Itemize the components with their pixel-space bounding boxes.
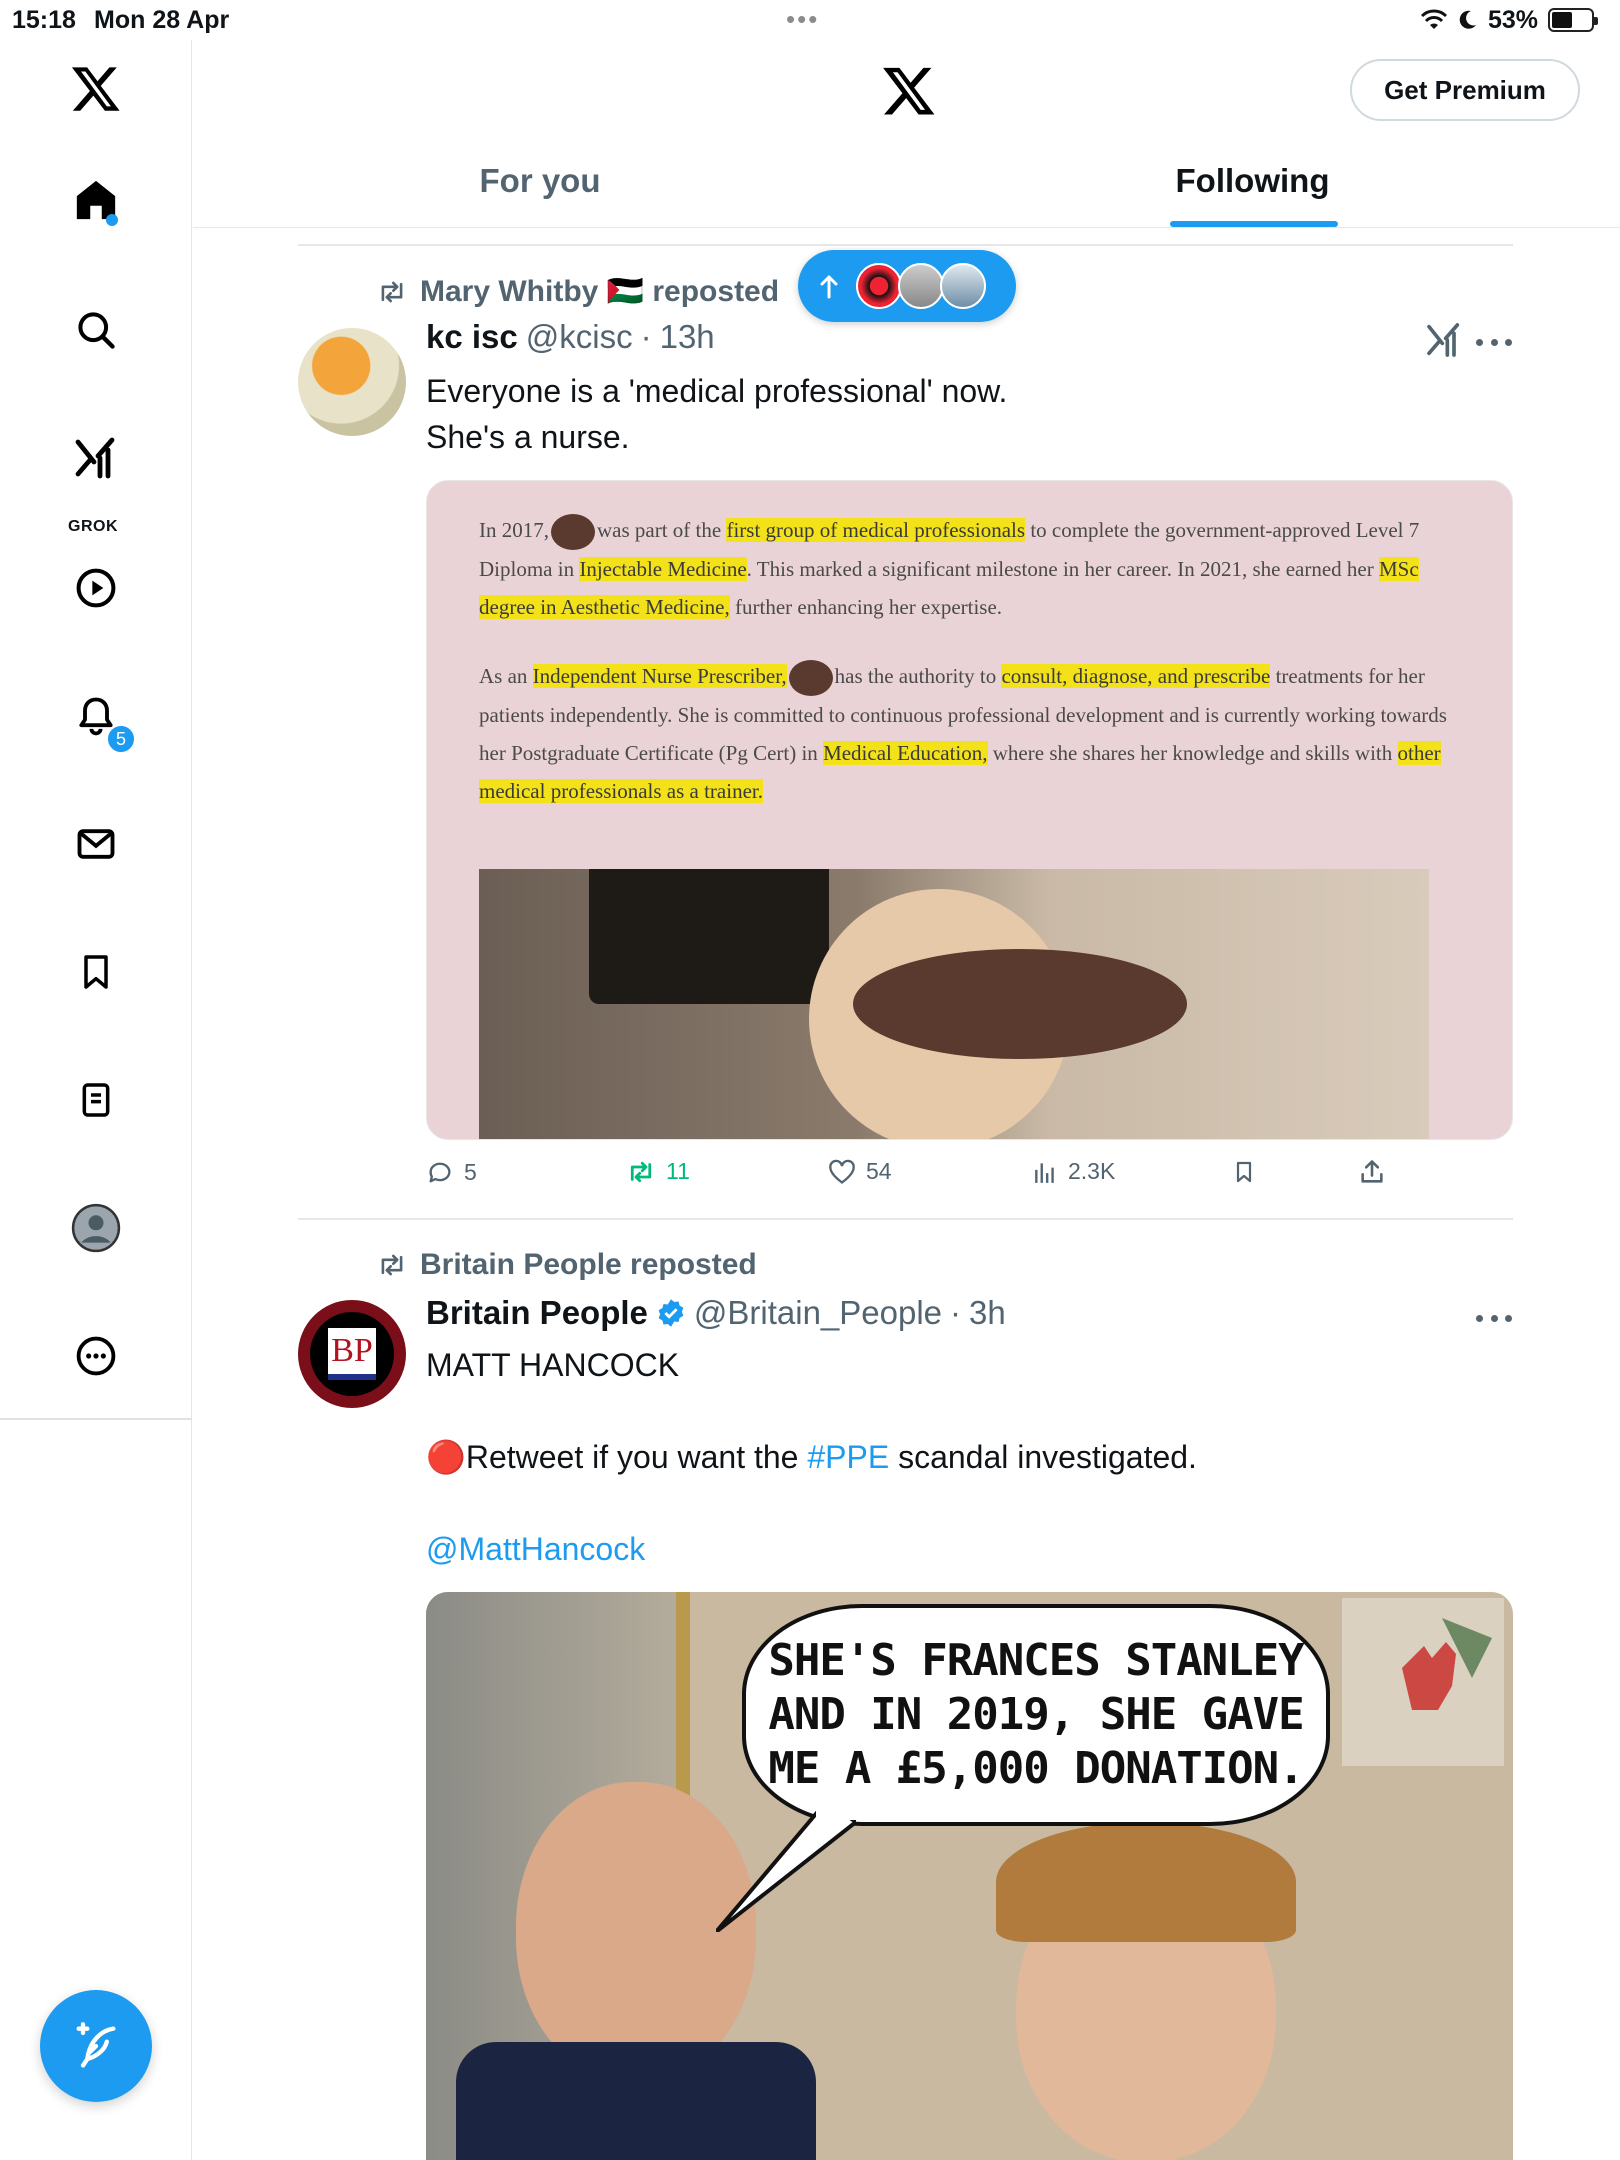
repost-icon: [381, 281, 403, 302]
tweet-header: kc isc @kcisc · 13h: [426, 318, 715, 356]
messages-envelope-icon[interactable]: [56, 804, 136, 884]
speech-line-3: ME A £5,000 DONATION.: [768, 1743, 1304, 1794]
redaction-blot: [551, 514, 595, 551]
sidebar-nav: GROK 5: [0, 40, 192, 2160]
repost-by-text[interactable]: Britain People reposted: [420, 1248, 757, 1282]
more-options-icon[interactable]: [56, 1316, 136, 1396]
repost-button[interactable]: 11: [626, 1158, 690, 1185]
tweet-time[interactable]: 13h: [660, 318, 715, 356]
tweet-image[interactable]: In 2017, was part of the first group of m…: [426, 480, 1513, 1140]
bookmarks-icon[interactable]: [56, 932, 136, 1012]
feed-divider: [298, 1218, 1513, 1220]
share-icon: [1361, 1160, 1383, 1183]
mention-link[interactable]: @MattHancock: [426, 1526, 645, 1572]
repost-indicator: Britain People reposted: [376, 1248, 757, 1282]
status-time: 15:18: [12, 6, 76, 34]
bookmark-icon: [1236, 1161, 1252, 1183]
reply-icon: [429, 1162, 451, 1183]
tab-following[interactable]: Following: [1150, 140, 1355, 228]
lists-icon[interactable]: [56, 1060, 136, 1140]
battery-icon: [1548, 8, 1598, 32]
x-logo-center-icon[interactable]: [881, 62, 937, 118]
repost-icon: [381, 1254, 403, 1276]
image-paragraph-2: As an Independent Nurse Prescriber, has t…: [479, 657, 1459, 810]
image-paragraph-1: In 2017, was part of the first group of m…: [479, 511, 1459, 626]
tweet-text-line-2: 🔴Retweet if you want the #PPE scandal in…: [426, 1439, 1197, 1475]
views-chart-icon: [1035, 1162, 1054, 1183]
notification-count-badge: 5: [106, 724, 136, 754]
grok-label: GROK: [68, 518, 118, 535]
avatar[interactable]: [298, 328, 406, 436]
view-count: 2.3K: [1068, 1158, 1116, 1184]
new-posts-pill[interactable]: [798, 250, 1016, 322]
redaction-blot: [788, 660, 833, 697]
speech-bubble-tail: [716, 1802, 856, 1932]
status-indicators: 53%: [1420, 4, 1598, 36]
grok-explain-icon[interactable]: [1424, 320, 1464, 360]
author-name[interactable]: Britain People: [426, 1294, 648, 1332]
compose-feather-icon: [76, 2022, 116, 2068]
face-redaction-blot: [853, 949, 1187, 1059]
lamp-shade: [589, 869, 829, 1004]
grok-icon[interactable]: [56, 418, 136, 498]
tab-following-underline: [1170, 221, 1338, 227]
more-options-icon[interactable]: [1476, 332, 1512, 352]
woman-hair: [996, 1822, 1296, 1942]
pill-avatar-2: [898, 263, 944, 309]
author-name[interactable]: kc isc: [426, 318, 518, 356]
battery-percent: 53%: [1487, 5, 1538, 34]
tab-for-you[interactable]: For you: [440, 140, 640, 228]
status-bar: 15:18 Mon 28 Apr ••• 53%: [0, 0, 1620, 40]
compose-post-button[interactable]: [40, 1990, 152, 2102]
avatar-logo-text: BP: [328, 1328, 376, 1380]
tweet-actions: 5 11 54 2.3K: [426, 1158, 1513, 1198]
repost-by-text[interactable]: Mary Whitby 🇵🇸 reposted: [420, 274, 779, 309]
wifi-icon: [1420, 9, 1448, 29]
pill-avatar-3: [940, 263, 986, 309]
verified-badge-icon: [658, 1299, 684, 1327]
get-premium-button[interactable]: Get Premium: [1350, 59, 1580, 121]
home-unread-dot: [106, 214, 118, 226]
image-photo: [479, 869, 1429, 1139]
multitasking-dots-icon[interactable]: •••: [786, 4, 819, 35]
arrow-up-icon: [820, 275, 838, 299]
heart-icon: [829, 1159, 855, 1184]
profile-avatar-icon[interactable]: [56, 1188, 136, 1268]
speech-line-2: AND IN 2019, SHE GAVE: [768, 1689, 1304, 1740]
hashtag-link[interactable]: #PPE: [807, 1439, 889, 1475]
sidebar-divider: [0, 1418, 192, 1420]
repost-icon: [630, 1161, 652, 1182]
speech-line-1: SHE'S FRANCES STANLEY: [768, 1635, 1304, 1686]
watermark-logo: [1342, 1598, 1504, 1766]
reply-button[interactable]: 5: [426, 1158, 477, 1186]
man-suit: [456, 2042, 816, 2160]
views-button[interactable]: 2.3K: [1032, 1158, 1115, 1185]
bookmark-button[interactable]: [1232, 1158, 1256, 1186]
like-count: 54: [866, 1158, 892, 1184]
like-button[interactable]: 54: [828, 1158, 892, 1185]
speech-bubble: SHE'S FRANCES STANLEY AND IN 2019, SHE G…: [742, 1604, 1330, 1826]
x-logo-icon[interactable]: [56, 48, 136, 128]
avatar[interactable]: BP: [298, 1300, 406, 1408]
feed-divider: [298, 244, 1513, 246]
home-icon[interactable]: [56, 160, 136, 240]
tweet-text-line-1: MATT HANCOCK: [426, 1347, 680, 1383]
status-date: Mon 28 Apr: [94, 6, 230, 34]
moon-icon: [1459, 10, 1476, 29]
more-options-icon[interactable]: [1476, 1308, 1512, 1328]
tweet-text-line-1: Everyone is a 'medical professional' now…: [426, 373, 1008, 409]
reply-count: 5: [464, 1158, 477, 1185]
tweet-text-line-2: She's a nurse.: [426, 419, 630, 455]
pill-avatar-1: [856, 263, 902, 309]
repost-count: 11: [666, 1158, 690, 1184]
repost-indicator: Mary Whitby 🇵🇸 reposted: [376, 274, 779, 309]
author-handle[interactable]: @kcisc: [526, 318, 633, 356]
author-handle[interactable]: @Britain_People: [694, 1294, 942, 1332]
tweet-time[interactable]: 3h: [969, 1294, 1006, 1332]
share-button[interactable]: [1358, 1158, 1386, 1186]
search-icon[interactable]: [56, 290, 136, 370]
tweet-image[interactable]: SHE'S FRANCES STANLEY AND IN 2019, SHE G…: [426, 1592, 1513, 2160]
tweet-header: Britain People @Britain_People · 3h: [426, 1294, 1006, 1332]
video-play-icon[interactable]: [56, 548, 136, 628]
